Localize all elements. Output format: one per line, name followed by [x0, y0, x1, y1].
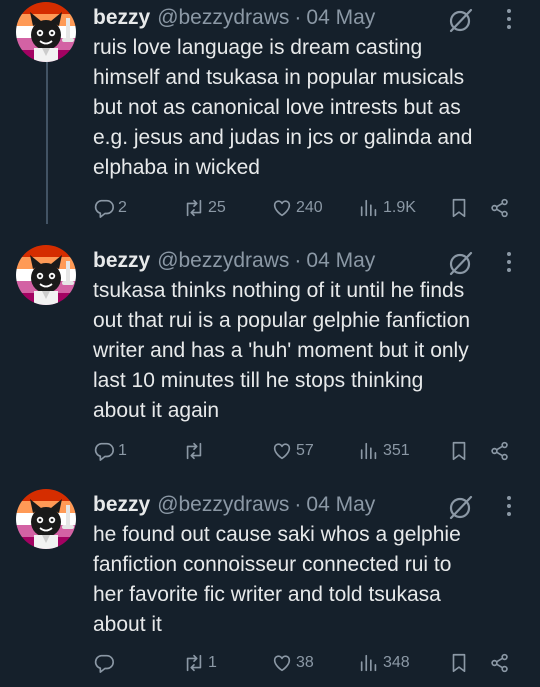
reply-icon	[94, 654, 114, 673]
reply-button[interactable]: 2	[93, 197, 127, 219]
heart-icon	[273, 655, 291, 672]
grok-icon[interactable]	[448, 250, 474, 276]
reply-count: 2	[118, 199, 127, 216]
bookmark-icon	[452, 653, 466, 673]
heart-icon	[273, 443, 291, 460]
author-name[interactable]: bezzy	[93, 249, 150, 273]
retweet-count: 1	[208, 654, 217, 671]
tweet-date[interactable]: 04 May	[306, 249, 375, 273]
views-count: 351	[383, 442, 410, 459]
separator: ·	[294, 249, 302, 272]
tweet-text: tsukasa thinks nothing of it until he fi…	[93, 279, 471, 422]
views-icon	[360, 442, 377, 460]
tweet-date[interactable]: 04 May	[306, 6, 375, 30]
separator: ·	[294, 493, 302, 516]
grok-icon[interactable]	[448, 494, 474, 520]
more-icon[interactable]	[497, 493, 521, 519]
views-count: 348	[383, 654, 410, 671]
share-button[interactable]	[489, 652, 511, 674]
like-count: 38	[296, 654, 314, 671]
author-name[interactable]: bezzy	[93, 6, 150, 30]
tweet-text: he found out cause saki whos a gelphie f…	[93, 523, 461, 636]
reply-button[interactable]	[93, 652, 118, 674]
reply-button[interactable]: 1	[93, 440, 127, 462]
views-button[interactable]: 348	[358, 652, 410, 674]
views-icon	[360, 199, 377, 217]
like-button[interactable]: 57	[271, 440, 314, 462]
retweet-button[interactable]: 1	[183, 652, 217, 674]
retweet-button[interactable]	[183, 440, 208, 462]
reply-icon	[94, 199, 114, 218]
avatar[interactable]	[16, 245, 76, 305]
share-icon	[491, 198, 508, 218]
tweet-actions: 1 38 348	[93, 652, 523, 678]
bookmark-icon	[452, 198, 466, 218]
tweet-date[interactable]: 04 May	[306, 493, 375, 517]
avatar[interactable]	[16, 489, 76, 549]
author-name[interactable]: bezzy	[93, 493, 150, 517]
share-icon	[491, 653, 508, 673]
bookmark-button[interactable]	[448, 652, 470, 674]
like-count: 240	[296, 199, 323, 216]
share-button[interactable]	[489, 440, 511, 462]
retweet-count: 25	[208, 199, 226, 216]
views-icon	[360, 654, 377, 672]
tweet-text: ruis love language is dream casting hims…	[93, 36, 473, 179]
author-handle[interactable]: @bezzydraws	[157, 493, 289, 517]
like-button[interactable]: 38	[271, 652, 314, 674]
views-button[interactable]: 351	[358, 440, 410, 462]
separator: ·	[294, 6, 302, 29]
more-icon[interactable]	[497, 249, 521, 275]
reply-icon	[94, 442, 114, 461]
bookmark-icon	[452, 441, 466, 461]
tweet-actions: 2 25 240 1.9K	[93, 197, 523, 223]
author-handle[interactable]: @bezzydraws	[157, 249, 289, 273]
bookmark-button[interactable]	[448, 197, 470, 219]
thread-connector-line	[46, 60, 48, 224]
author-handle[interactable]: @bezzydraws	[157, 6, 289, 30]
like-button[interactable]: 240	[271, 197, 323, 219]
grok-icon[interactable]	[448, 7, 474, 33]
bookmark-button[interactable]	[448, 440, 470, 462]
like-count: 57	[296, 442, 314, 459]
avatar[interactable]	[16, 2, 76, 62]
retweet-button[interactable]: 25	[183, 197, 226, 219]
share-button[interactable]	[489, 197, 511, 219]
more-icon[interactable]	[497, 6, 521, 32]
tweet-actions: 1 57 351	[93, 440, 523, 466]
retweet-icon	[186, 442, 202, 460]
retweet-icon	[186, 199, 202, 217]
share-icon	[491, 441, 508, 461]
retweet-icon	[186, 654, 202, 672]
views-button[interactable]: 1.9K	[358, 197, 416, 219]
heart-icon	[273, 200, 291, 217]
reply-count: 1	[118, 442, 127, 459]
views-count: 1.9K	[383, 199, 416, 216]
